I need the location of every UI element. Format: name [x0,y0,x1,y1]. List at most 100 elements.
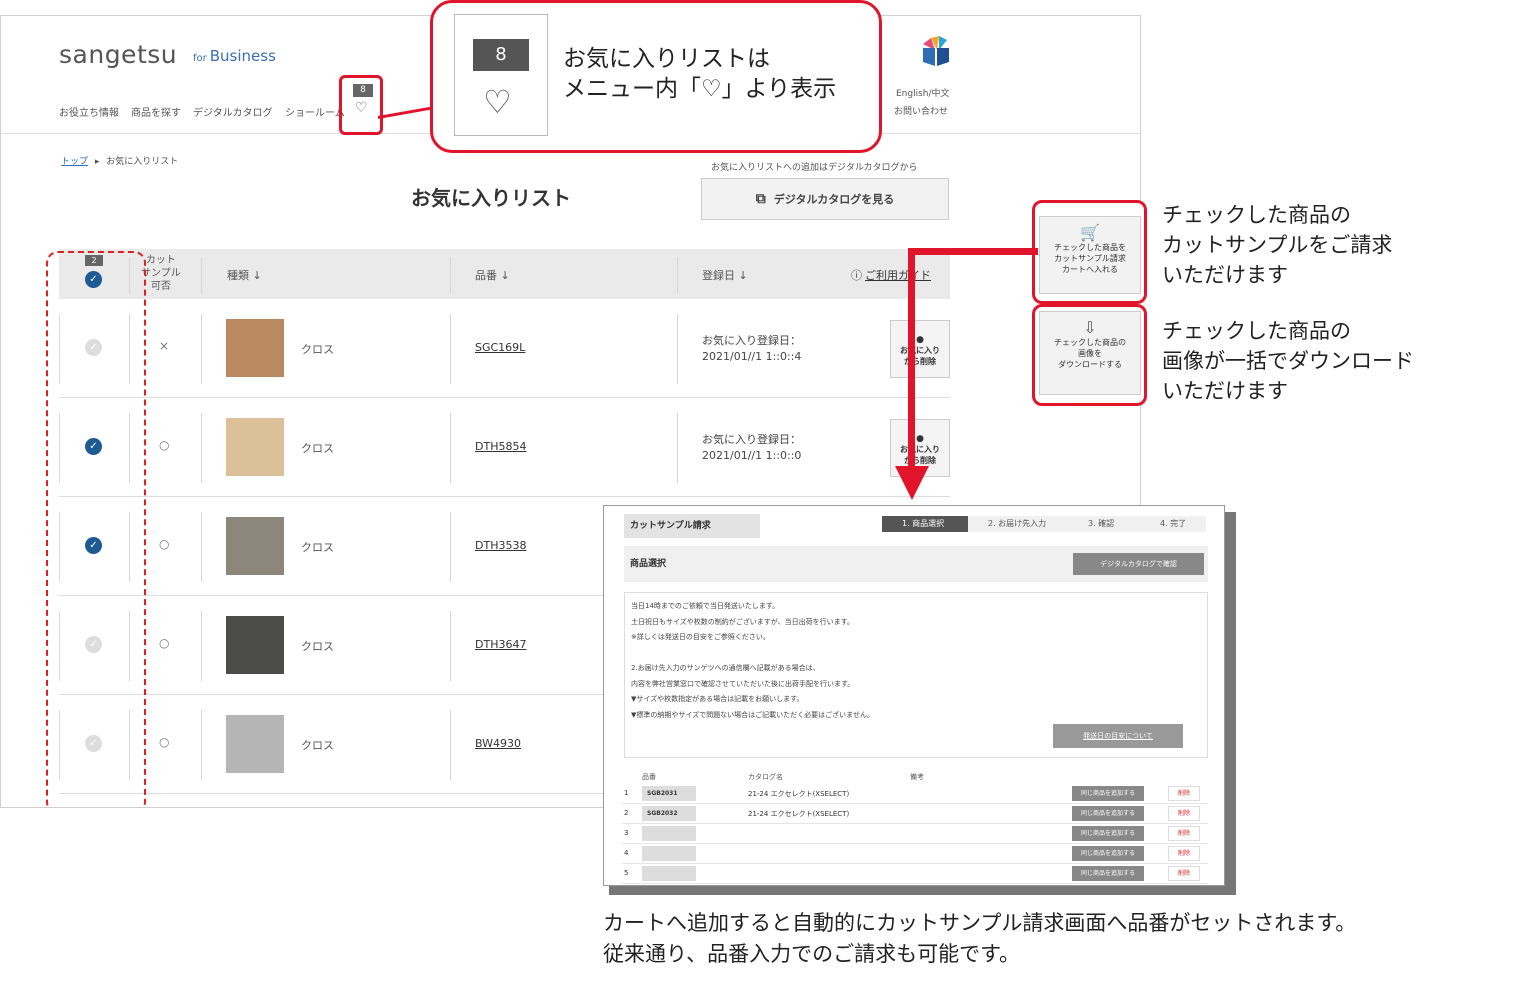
confirm-digital-catalog-button[interactable]: デジタルカタログで確認 [1073,553,1204,575]
col-divider [450,257,451,293]
product-swatch[interactable] [226,319,284,377]
product-kind: クロス [301,739,334,752]
product-code-link[interactable]: BW4930 [475,737,521,750]
form-product-row: 5 同じ商品を追加する 削除 [622,864,1208,884]
product-code-link[interactable]: DTH3538 [475,539,526,552]
nav-showroom[interactable]: ショールーム [285,104,345,119]
delete-row-button[interactable]: 削除 [1168,826,1200,841]
cut-sample-availability: × [159,339,170,353]
delete-row-button[interactable]: 削除 [1168,786,1200,801]
table-row: ✓ ○ クロス DTH5854 お気に入り登録日： 2021/01//1 1::0::0 ●… [59,398,950,497]
arrow-horizontal [908,248,1038,255]
arrow-vertical [908,248,915,470]
delete-row-button[interactable]: 削除 [1168,866,1200,881]
col-divider [677,257,678,293]
form-title: カットサンプル請求 [624,514,760,538]
comment-icon: ● [916,335,924,345]
callout-count-badge: 8 [473,39,529,71]
form-product-row: 2 SGB2032 21-24 エクセレクト(XSELECT) 同じ商品を追加する 削除 [622,804,1208,824]
notice-line: ▼サイズや枚数指定がある場合は記載をお願いします。 [631,695,804,703]
table-header: 2 ✓ カット サンプル 可否 種類 ↓ 品番 ↓ 登録日 ↓ ⓘ ご利用ガイド [59,249,950,299]
catalog-name: 21-24 エクセレクト(XSELECT) [748,790,850,798]
colorful-book-icon [923,36,949,66]
col-divider [450,611,451,681]
product-code-field[interactable]: SGB2032 [642,806,696,821]
product-kind: クロス [301,442,334,455]
notice-line: 当日14時までのご依頼で当日発送いたします。 [631,602,780,610]
product-swatch[interactable] [226,517,284,575]
notice-box: 当日14時までのご依頼で当日発送いたします。 土日祝日もサイズや枚数の制約がござい… [624,592,1208,758]
col-divider [201,710,202,780]
contact-link[interactable]: お問い合わせ [894,104,948,117]
callout-text: お気に入りリストは メニュー内「♡」より表示 [563,46,837,102]
download-images-button[interactable]: ⇩ チェックした商品の 画像を ダウンロードする [1039,311,1141,395]
remove-favorite-button[interactable]: ● お気に入り から削除 [890,320,950,378]
col-cut-sample: カット サンプル 可否 [141,255,181,292]
product-code-link[interactable]: DTH3647 [475,638,526,651]
callout-favorites-icon: 8 ♡ [454,14,548,136]
notice-line: ▼標準の納期やサイズで問題ない場合はご記載いただく必要はございません。 [631,710,874,719]
product-swatch[interactable] [226,616,284,674]
col-divider [450,314,451,384]
col-divider [450,710,451,780]
nav-search-products[interactable]: 商品を探す [131,104,181,119]
nav-digital-catalog[interactable]: デジタルカタログ [193,104,273,119]
delete-row-button[interactable]: 削除 [1168,806,1200,821]
language-link[interactable]: English/中文 [896,86,950,99]
product-code-field[interactable] [642,846,696,861]
add-to-cut-sample-cart-button[interactable]: 🛒 チェックした商品を カットサンプル請求 カートへ入れる [1039,216,1141,294]
col-date-sort[interactable]: 登録日 ↓ [702,267,748,283]
add-same-product-button[interactable]: 同じ商品を追加する [1072,786,1144,801]
col-divider [201,512,202,582]
product-code-field[interactable]: SGB2031 [642,786,696,801]
cart-plus-icon: 🛒 [1080,223,1100,242]
product-code-link[interactable]: SGC169L [475,341,525,354]
delete-row-button[interactable]: 削除 [1168,846,1200,861]
usage-guide-link[interactable]: ⓘ ご利用ガイド [851,267,931,283]
product-kind: クロス [301,640,334,653]
product-swatch[interactable] [226,715,284,773]
form-product-row: 1 SGB2031 21-24 エクセレクト(XSELECT) 同じ商品を追加する 削除 [622,784,1208,804]
step-1: 1. 商品選択 [882,516,968,532]
form-col-note: 備考 [910,773,924,781]
cart-button-highlight: 🛒 チェックした商品を カットサンプル請求 カートへ入れる [1032,200,1147,304]
notice-line: 2.お届け先入力のサンゲツへの通信欄へ記載がある場合は、 [631,664,820,672]
registered-date: お気に入り登録日： 2021/01//1 1::0::4 [702,334,802,363]
col-kind-sort[interactable]: 種類 ↓ [227,267,262,283]
view-digital-catalog-button[interactable]: ⧉ デジタルカタログを見る [701,178,949,220]
favorites-menu-highlight [339,75,383,135]
add-same-product-button[interactable]: 同じ商品を追加する [1072,866,1144,881]
download-button-highlight: ⇩ チェックした商品の 画像を ダウンロードする [1032,304,1147,406]
product-code-field[interactable] [642,866,696,881]
form-product-row: 3 同じ商品を追加する 削除 [622,824,1208,844]
col-divider [450,413,451,483]
catalog-name: 21-24 エクセレクト(XSELECT) [748,810,850,818]
bottom-explanation: カートへ追加すると自動的にカットサンプル請求画面へ品番がセットされます。 従来通… [603,911,1357,966]
sangetsu-logo[interactable]: sangetsu [59,40,177,69]
page-title: お気に入りリスト [411,186,571,210]
catalog-note: お気に入りリストへの追加はデジタルカタログから [711,163,918,173]
nav-useful-info[interactable]: お役立ち情報 [59,104,119,119]
cut-sample-availability: ○ [159,537,170,551]
col-code-sort[interactable]: 品番 ↓ [475,267,510,283]
shipping-date-guide-button[interactable]: 発送日の目安について [1053,724,1183,748]
add-same-product-button[interactable]: 同じ商品を追加する [1072,846,1144,861]
step-3: 3. 確認 [1068,516,1140,532]
form-col-code: 品番 [642,773,656,781]
cart-description: チェックした商品の カットサンプルをご請求 いただけます [1162,203,1393,287]
step-4: 4. 完了 [1140,516,1206,532]
form-col-catalog: カタログ名 [748,773,783,781]
registered-date: お気に入り登録日： 2021/01//1 1::0::0 [702,433,802,462]
product-swatch[interactable] [226,418,284,476]
breadcrumb-top-link[interactable]: トップ [61,157,88,167]
step-2: 2. お届け先入力 [968,516,1068,532]
row-number: 5 [624,869,629,877]
add-same-product-button[interactable]: 同じ商品を追加する [1072,806,1144,821]
col-divider [201,314,202,384]
col-divider [201,413,202,483]
product-code-field[interactable] [642,826,696,841]
arrow-head [895,466,929,500]
add-same-product-button[interactable]: 同じ商品を追加する [1072,826,1144,841]
table-row: ✓ × クロス SGC169L お気に入り登録日： 2021/01//1 1::0::4 ●… [59,299,950,398]
product-code-link[interactable]: DTH5854 [475,440,526,453]
